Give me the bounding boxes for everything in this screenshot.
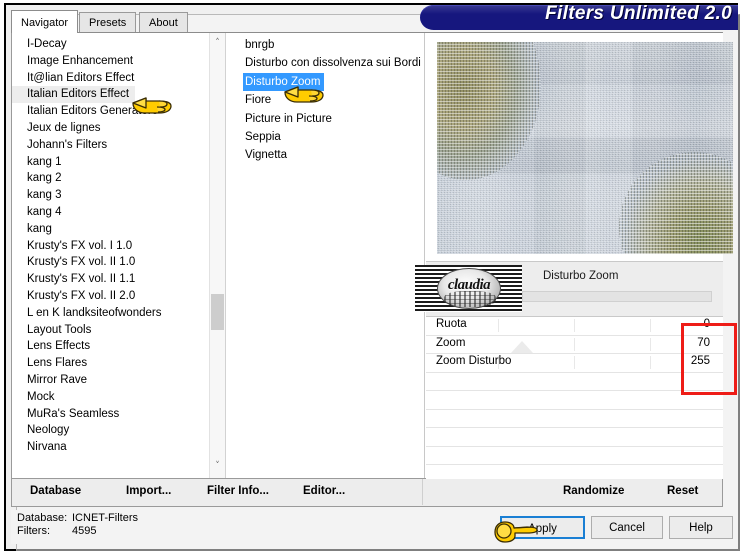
filter-item-label: Vignetta	[245, 149, 287, 162]
category-item[interactable]: kang 4	[12, 204, 207, 221]
category-item[interactable]: MuRa's Seamless	[12, 406, 207, 423]
category-item[interactable]: Nirvana	[12, 439, 207, 456]
filter-item-selected[interactable]: Disturbo Zoom	[227, 72, 423, 92]
category-list-scrollbar[interactable]: ˄ ˅	[209, 33, 225, 478]
parameter-row-empty	[426, 391, 723, 410]
parameter-row-empty	[426, 410, 723, 428]
category-item[interactable]: Jeux de lignes	[12, 120, 207, 137]
filter-item-label: Fiore	[245, 94, 272, 107]
slider-handle-icon[interactable]	[511, 340, 533, 353]
category-item[interactable]: Krusty's FX vol. II 2.0	[12, 288, 207, 305]
parameter-name: Zoom	[436, 336, 466, 349]
parameter-value[interactable]: 0	[704, 318, 710, 330]
apply-button[interactable]: Apply	[500, 516, 585, 539]
category-item[interactable]: Lens Effects	[12, 338, 207, 355]
category-item[interactable]: kang	[12, 221, 207, 238]
database-button[interactable]: Database	[30, 485, 81, 497]
parameter-row[interactable]: Zoom 70	[426, 336, 723, 354]
filter-item[interactable]: Disturbo con dissolvenza sui Bordi	[227, 54, 423, 72]
category-item[interactable]: Mock	[12, 389, 207, 406]
category-item-selected[interactable]: Italian Editors Effect	[12, 86, 136, 104]
action-bar: Database Import... Filter Info... Editor…	[11, 479, 723, 507]
parameter-row-empty	[426, 373, 723, 391]
tab-navigator[interactable]: Navigator	[11, 10, 79, 33]
category-item[interactable]: Johann's Filters	[12, 137, 207, 154]
category-item[interactable]: Krusty's FX vol. II 1.0	[12, 254, 207, 271]
scroll-down-icon[interactable]: ˅	[210, 458, 225, 474]
preview-divider	[424, 33, 425, 478]
filter-header: claudia Disturbo Zoom	[415, 261, 723, 317]
category-item[interactable]: Krusty's FX vol. II 1.1	[12, 271, 207, 288]
parameter-value[interactable]: 255	[691, 355, 710, 367]
filter-item[interactable]: bnrgb	[227, 36, 423, 54]
import-button[interactable]: Import...	[126, 485, 171, 497]
category-item[interactable]: L en K landksiteofwonders	[12, 305, 207, 322]
parameter-value[interactable]: 70	[697, 337, 710, 349]
parameter-name: Zoom Disturbo	[436, 355, 512, 367]
category-item[interactable]: Image Enhancement	[12, 53, 207, 70]
tab-about[interactable]: About	[139, 12, 188, 32]
filter-item[interactable]: Seppia	[227, 128, 423, 146]
filter-item-label: Seppia	[245, 130, 281, 143]
claudia-logo: claudia	[415, 265, 522, 312]
parameter-table: Ruota 0 Zoom 70 Zoom Disturbo 255	[426, 316, 723, 479]
parameter-row[interactable]: Zoom Disturbo 255	[426, 354, 723, 373]
category-item[interactable]: Layout Tools	[12, 322, 207, 339]
reset-button[interactable]: Reset	[667, 485, 698, 497]
scrollbar-thumb[interactable]	[211, 294, 224, 330]
parameter-row-empty	[426, 447, 723, 465]
preview-image[interactable]	[437, 42, 733, 254]
category-item[interactable]: Neology	[12, 422, 207, 439]
category-item[interactable]: kang 3	[12, 187, 207, 204]
filter-info-button[interactable]: Filter Info...	[207, 485, 269, 497]
filter-item-label: bnrgb	[245, 39, 275, 51]
selected-filter-title: Disturbo Zoom	[543, 270, 619, 282]
filter-item-label: Disturbo con dissolvenza sui Bordi	[245, 57, 421, 70]
category-item[interactable]: kang 1	[12, 154, 207, 171]
tab-strip: Navigator Presets About	[11, 10, 723, 33]
filter-list[interactable]: bnrgb Disturbo con dissolvenza sui Bordi…	[227, 33, 423, 478]
category-item[interactable]: Lens Flares	[12, 355, 207, 372]
filter-item[interactable]: Fiore	[227, 91, 423, 109]
brand-name: claudia	[447, 277, 491, 293]
scroll-up-icon[interactable]: ˄	[210, 35, 225, 51]
preview-area	[426, 33, 733, 261]
category-item[interactable]: Italian Editors Generatore	[12, 103, 207, 120]
filter-item[interactable]: Vignetta	[227, 146, 423, 164]
dialog-button-row: Apply Cancel Help	[0, 516, 742, 540]
filter-header-bar	[522, 291, 712, 302]
category-item[interactable]: I-Decay	[12, 36, 207, 53]
parameter-row-empty	[426, 428, 723, 447]
filter-item-label: Picture in Picture	[245, 112, 332, 125]
tab-presets[interactable]: Presets	[79, 12, 137, 32]
list-divider	[225, 33, 226, 478]
filter-item-label: Disturbo Zoom	[243, 72, 325, 92]
parameter-name: Ruota	[436, 318, 467, 330]
category-item-selected-row: Italian Editors Effect	[12, 86, 207, 104]
action-bar-divider	[422, 479, 423, 505]
parameter-row[interactable]: Ruota 0	[426, 317, 723, 336]
category-list[interactable]: I-Decay Image Enhancement It@lian Editor…	[12, 33, 224, 478]
filter-item[interactable]: Picture in Picture	[227, 110, 423, 128]
help-button[interactable]: Help	[669, 516, 733, 539]
content-panel: I-Decay Image Enhancement It@lian Editor…	[11, 32, 733, 479]
cancel-button[interactable]: Cancel	[591, 516, 663, 539]
filters-unlimited-window: Filters Unlimited 2.0 Navigator Presets …	[0, 0, 742, 555]
randomize-button[interactable]: Randomize	[563, 485, 624, 497]
category-item[interactable]: It@lian Editors Effect	[12, 70, 207, 87]
editor-button[interactable]: Editor...	[303, 485, 345, 497]
category-item[interactable]: kang 2	[12, 170, 207, 187]
category-item[interactable]: Krusty's FX vol. I 1.0	[12, 238, 207, 255]
category-item[interactable]: Mirror Rave	[12, 372, 207, 389]
